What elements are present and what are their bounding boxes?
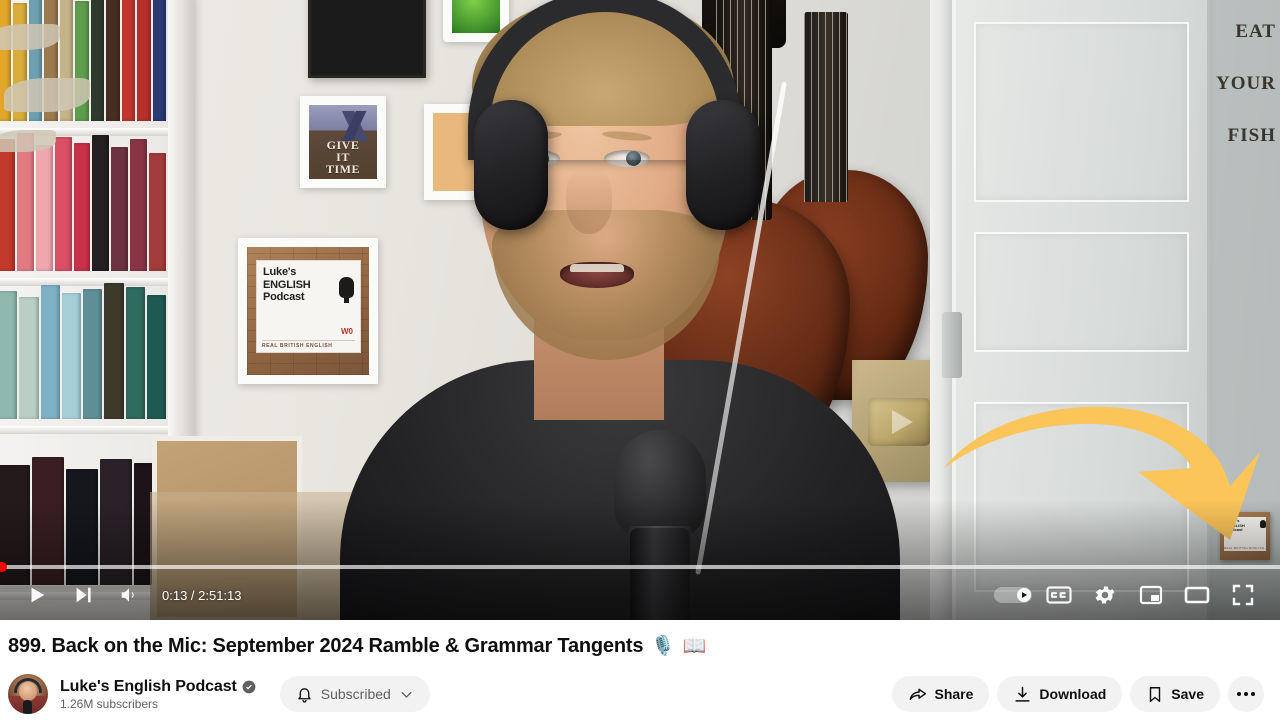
video-progress-bar[interactable] bbox=[0, 562, 1280, 572]
download-label: Download bbox=[1039, 686, 1107, 702]
player-controls-bar[interactable]: 0:13 / 2:51:13 bbox=[0, 570, 1280, 620]
progress-buffer bbox=[0, 565, 1280, 569]
save-label: Save bbox=[1171, 686, 1204, 702]
next-video-button[interactable] bbox=[60, 574, 106, 616]
channel-owner-row: Luke's English Podcast 1.26M subscribers… bbox=[0, 660, 1280, 716]
page-title: 899. Back on the Mic: September 2024 Ram… bbox=[0, 632, 1280, 660]
video-metadata: 899. Back on the Mic: September 2024 Ram… bbox=[0, 620, 1280, 716]
presenter-mouth bbox=[560, 262, 634, 288]
save-button[interactable]: Save bbox=[1130, 676, 1220, 712]
subtitles-cc-button[interactable] bbox=[1036, 574, 1082, 616]
theater-mode-button[interactable] bbox=[1174, 574, 1220, 616]
more-dot bbox=[1251, 692, 1255, 696]
presenter-nose bbox=[566, 168, 612, 234]
verified-badge-icon bbox=[242, 680, 256, 693]
fullscreen-button[interactable] bbox=[1220, 574, 1266, 616]
share-label: Share bbox=[934, 686, 974, 702]
yellow-arrow-annotation bbox=[930, 390, 1260, 570]
bell-icon bbox=[298, 687, 311, 703]
more-actions-button[interactable] bbox=[1228, 676, 1264, 712]
channel-avatar[interactable] bbox=[8, 674, 48, 714]
more-dot bbox=[1244, 692, 1248, 696]
share-button[interactable]: Share bbox=[892, 676, 990, 712]
poster-fish-line-2: YOUR bbox=[1216, 73, 1276, 94]
autoplay-toggle[interactable] bbox=[994, 587, 1032, 603]
channel-info: Luke's English Podcast 1.26M subscribers bbox=[60, 678, 256, 711]
open-book-emoji-icon: 📖 bbox=[682, 635, 707, 657]
poster-fish-line-3: FISH bbox=[1227, 125, 1276, 146]
subscribed-label: Subscribed bbox=[320, 686, 391, 702]
download-button[interactable]: Download bbox=[997, 676, 1123, 712]
poster-fish-line-1: EAT bbox=[1235, 21, 1276, 42]
chevron-down-icon bbox=[401, 691, 412, 698]
channel-name[interactable]: Luke's English Podcast bbox=[60, 678, 237, 696]
door-handle bbox=[942, 312, 962, 378]
poster-eat-your-fish: EAT YOUR FISH bbox=[0, 0, 1275, 175]
video-frame[interactable]: GIVE IT TIME Luke's ENGLISH Podcast W0 REAL … bbox=[0, 0, 1280, 620]
share-icon bbox=[910, 688, 927, 700]
video-title-text: 899. Back on the Mic: September 2024 Ram… bbox=[8, 635, 644, 657]
download-icon bbox=[1015, 686, 1030, 702]
more-dot bbox=[1237, 692, 1241, 696]
headphone-earcup-left bbox=[474, 100, 548, 230]
video-player[interactable]: GIVE IT TIME Luke's ENGLISH Podcast W0 REAL … bbox=[0, 0, 1280, 620]
volume-button[interactable] bbox=[106, 574, 152, 616]
bookmark-icon bbox=[1150, 686, 1161, 702]
subscriber-count: 1.26M subscribers bbox=[60, 696, 159, 711]
microphone-emoji-icon: 🎙️ bbox=[651, 635, 675, 657]
time-display: 0:13 / 2:51:13 bbox=[162, 587, 242, 603]
settings-gear-button[interactable] bbox=[1082, 574, 1128, 616]
miniplayer-button[interactable] bbox=[1128, 574, 1174, 616]
headphone-earcup-right bbox=[686, 100, 760, 230]
video-actions: Share Download Save bbox=[892, 676, 1272, 712]
channel-name-row[interactable]: Luke's English Podcast bbox=[60, 678, 256, 696]
autoplay-toggle-button[interactable] bbox=[990, 574, 1036, 616]
play-button[interactable] bbox=[14, 574, 60, 616]
subscribed-button[interactable]: Subscribed bbox=[279, 676, 430, 712]
